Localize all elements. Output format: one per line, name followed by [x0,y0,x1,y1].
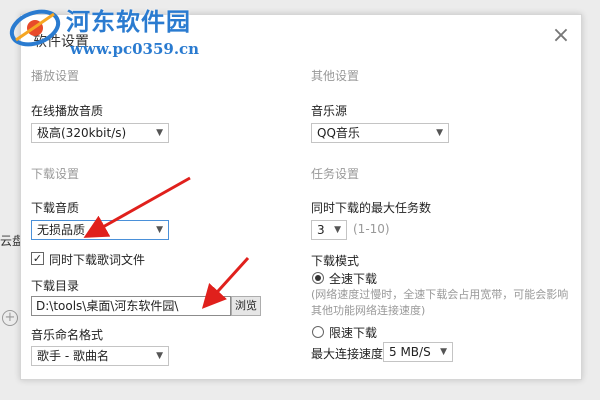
limited-speed-label[interactable]: 限速下载 [329,324,377,341]
chevron-down-icon: ▼ [156,351,163,361]
max-speed-value: 5 MB/S [389,345,431,359]
max-tasks-label: 同时下载的最大任务数 [311,201,432,215]
lyrics-checkbox-label[interactable]: 同时下载歌词文件 [49,251,145,268]
download-dir-label: 下载目录 [31,279,80,293]
watermark-site-name: 河东软件园 [66,7,191,36]
naming-format-label: 音乐命名格式 [31,328,104,342]
limited-speed-radio[interactable] [312,326,324,338]
download-quality-label: 下载音质 [31,201,80,215]
full-speed-label[interactable]: 全速下载 [329,270,377,287]
chevron-down-icon: ▼ [156,128,163,138]
download-mode-label: 下载模式 [311,254,360,268]
lyrics-checkbox[interactable]: ✓ [31,252,44,265]
section-other: 其他设置 [311,69,360,83]
download-quality-select[interactable]: 无损品质 ▼ [31,220,169,240]
online-quality-value: 极高(320kbit/s) [37,126,127,140]
max-speed-label: 最大连接速度 [311,347,384,361]
max-tasks-range: (1-10) [353,222,390,236]
chevron-down-icon: ▼ [436,128,443,138]
online-quality-select[interactable]: 极高(320kbit/s) ▼ [31,123,169,143]
music-source-label: 音乐源 [311,104,348,118]
full-speed-hint: (网络速度过慢时，全速下载会占用宽带，可能会影响其他功能网络连接速度) [311,288,569,317]
browse-button[interactable]: 浏览 [231,296,261,316]
max-speed-select[interactable]: 5 MB/S ▼ [383,342,453,362]
download-quality-value: 无损品质 [37,223,86,237]
settings-dialog: 软件设置 × 播放设置 在线播放音质 极高(320kbit/s) ▼ 其他设置 … [20,14,582,380]
chevron-down-icon: ▼ [334,225,341,235]
section-tasks: 任务设置 [311,167,360,181]
music-source-value: QQ音乐 [317,126,360,140]
chevron-down-icon: ▼ [440,347,447,357]
naming-format-value: 歌手 - 歌曲名 [37,349,109,363]
watermark-logo-icon [9,9,61,47]
close-button[interactable]: × [551,25,571,47]
max-tasks-value: 3 [317,223,325,237]
max-tasks-select[interactable]: 3 ▼ [311,220,347,240]
naming-format-select[interactable]: 歌手 - 歌曲名 ▼ [31,346,169,366]
section-download: 下载设置 [31,167,80,181]
online-quality-label: 在线播放音质 [31,104,104,118]
chevron-down-icon: ▼ [156,225,163,235]
watermark-url: www.pc0359.cn [70,40,200,58]
music-source-select[interactable]: QQ音乐 ▼ [311,123,449,143]
full-speed-radio[interactable] [312,272,324,284]
section-playback: 播放设置 [31,69,80,83]
download-dir-input[interactable]: D:\tools\桌面\河东软件园\ [31,296,231,316]
add-icon[interactable]: + [2,310,18,326]
